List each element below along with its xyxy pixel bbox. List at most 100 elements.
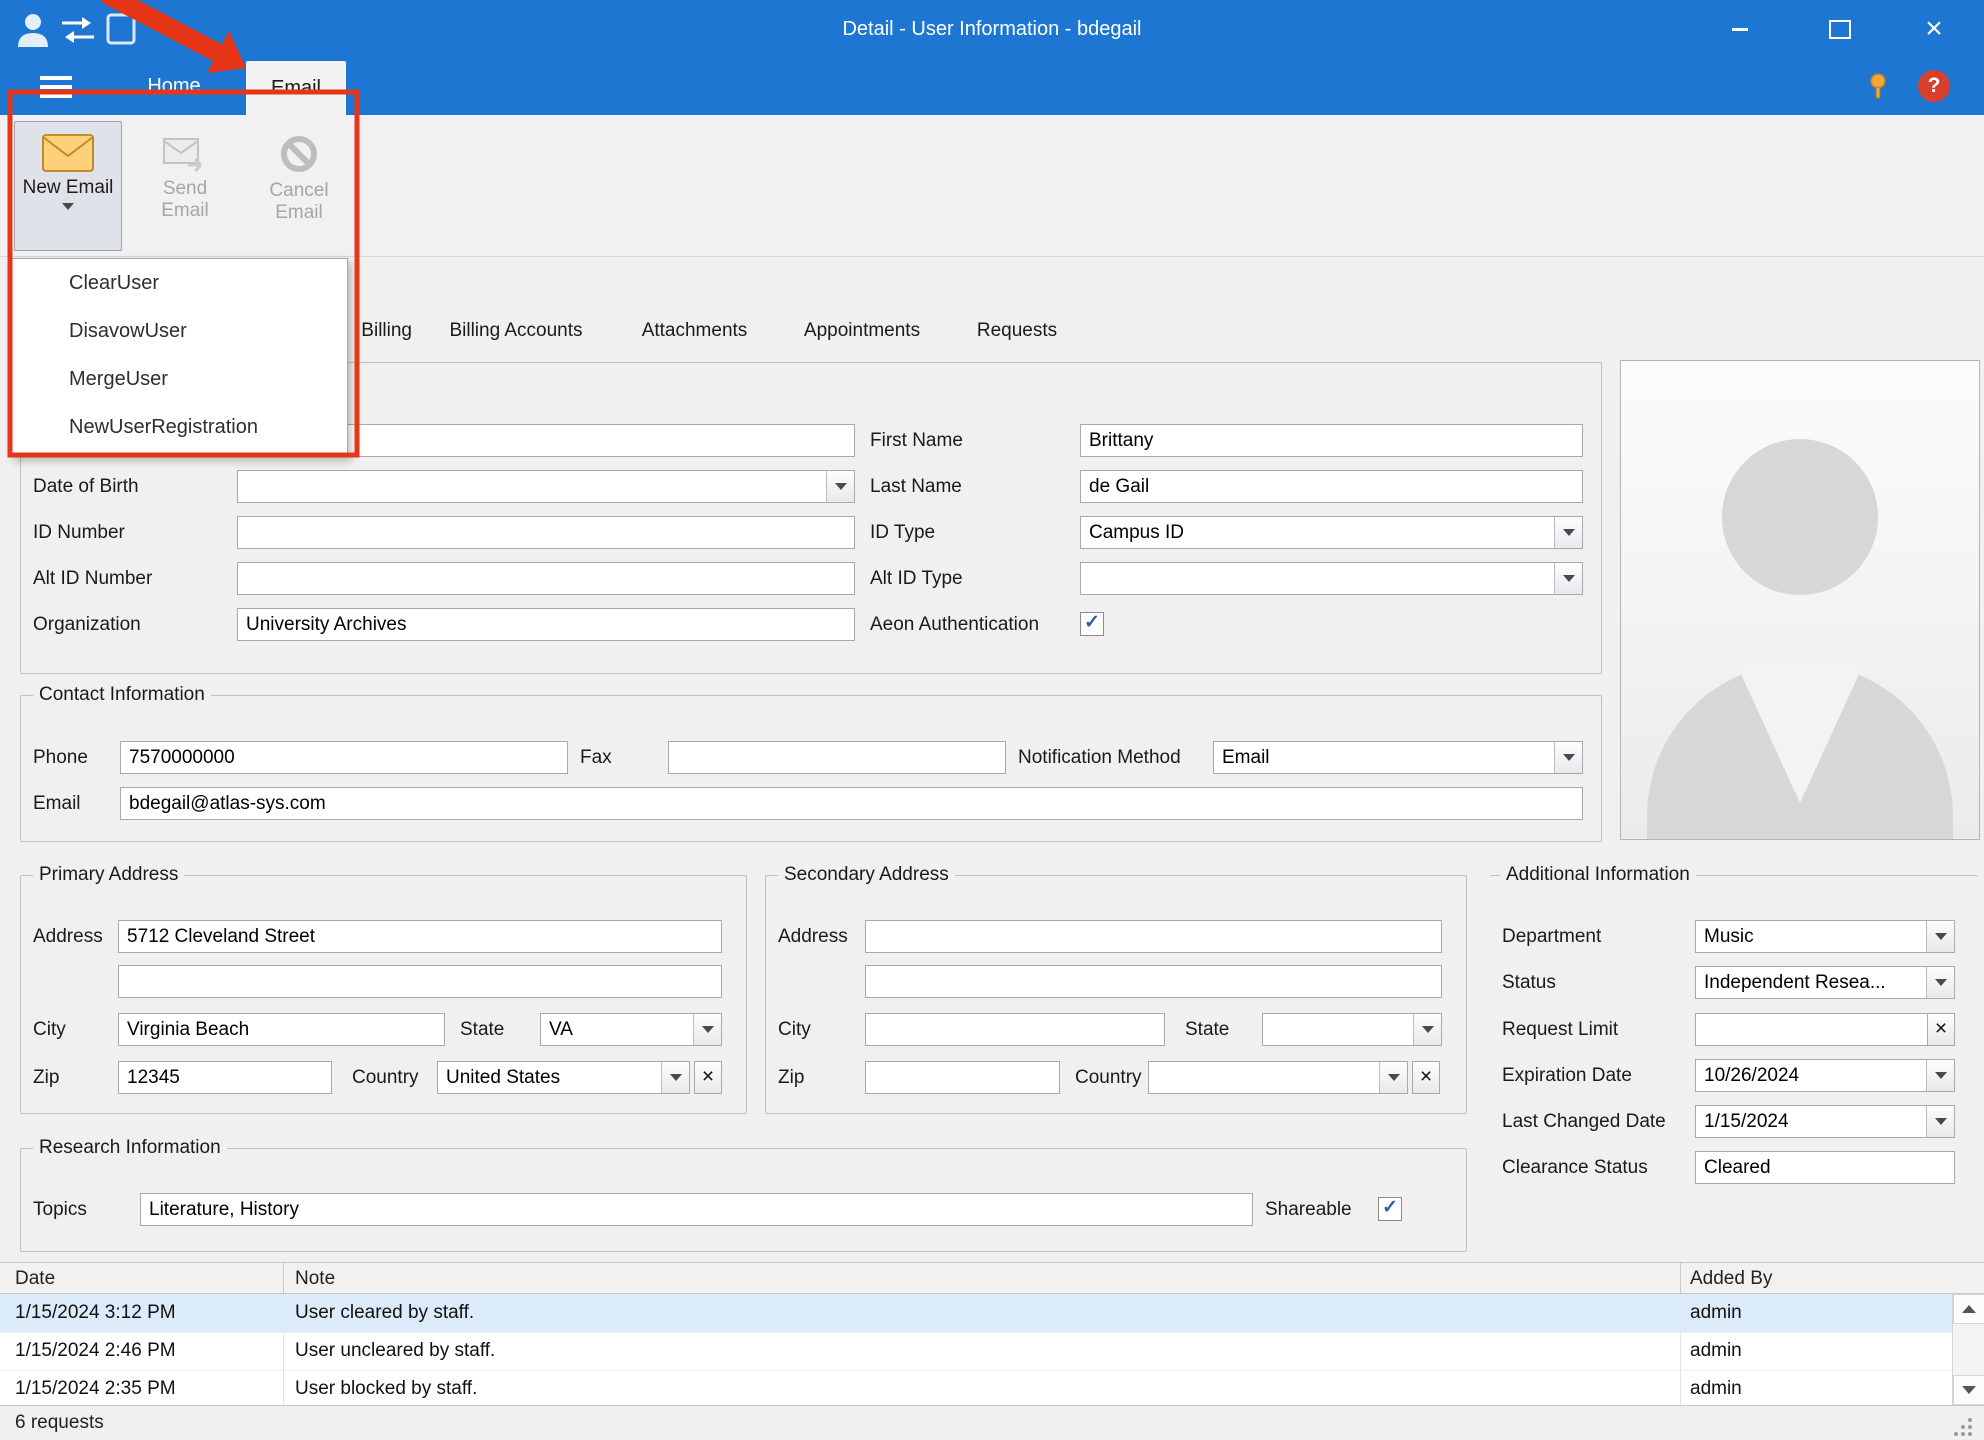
secondary-country-combo[interactable]	[1148, 1061, 1408, 1094]
dropdown-arrow-icon[interactable]	[1554, 742, 1582, 773]
notification-method-label: Notification Method	[1018, 741, 1181, 774]
note-row[interactable]: 1/15/2024 2:35 PM User blocked by staff.…	[0, 1370, 1984, 1405]
shareable-checkbox[interactable]: ✓	[1378, 1197, 1402, 1221]
primary-address-line1-field[interactable]	[118, 920, 722, 953]
notes-column-date[interactable]: Date	[15, 1263, 55, 1294]
menu-item-newuserregistration[interactable]: NewUserRegistration	[11, 403, 347, 451]
note-added-by: admin	[1690, 1370, 1945, 1405]
note-added-by: admin	[1690, 1294, 1945, 1332]
secondary-country-label: Country	[1075, 1061, 1142, 1094]
fax-field[interactable]	[668, 741, 1006, 774]
dropdown-arrow-icon[interactable]	[1926, 967, 1954, 998]
dropdown-arrow-icon[interactable]	[1554, 517, 1582, 548]
dropdown-arrow-icon[interactable]	[1926, 1106, 1954, 1137]
topics-field[interactable]	[140, 1193, 1253, 1226]
secondary-address-line1-field[interactable]	[865, 920, 1442, 953]
secondary-country-clear-button[interactable]: ×	[1412, 1061, 1440, 1094]
clear-icon: ×	[1935, 1017, 1947, 1040]
checkmark-icon: ✓	[1084, 612, 1100, 633]
menu-item-mergeuser[interactable]: MergeUser	[11, 355, 347, 403]
help-button[interactable]: ?	[1918, 70, 1950, 102]
secondary-state-label: State	[1185, 1013, 1229, 1046]
first-name-field[interactable]	[1080, 424, 1583, 457]
request-limit-label: Request Limit	[1502, 1013, 1618, 1046]
scroll-down-button[interactable]	[1953, 1375, 1984, 1405]
alt-id-type-label: Alt ID Type	[870, 562, 963, 595]
aeon-authentication-label: Aeon Authentication	[870, 608, 1039, 641]
new-email-button[interactable]: New Email	[14, 121, 122, 251]
title-bar: Detail - User Information - bdegail ×	[0, 0, 1984, 58]
email-field[interactable]	[120, 787, 1583, 820]
tab-home[interactable]: Home	[108, 58, 240, 115]
dropdown-arrow-icon[interactable]	[1554, 563, 1582, 594]
note-text: User cleared by staff.	[295, 1294, 1665, 1332]
maximize-icon	[1829, 20, 1851, 39]
primary-country-combo[interactable]: United States	[437, 1061, 690, 1094]
request-limit-field[interactable]	[1695, 1013, 1928, 1046]
dropdown-arrow-icon[interactable]	[1926, 921, 1954, 952]
resize-grip[interactable]	[1950, 1414, 1974, 1438]
primary-city-field[interactable]	[118, 1013, 445, 1046]
organization-field[interactable]	[237, 608, 855, 641]
phone-field[interactable]	[120, 741, 568, 774]
secondary-zip-field[interactable]	[865, 1061, 1060, 1094]
menu-item-clearuser[interactable]: ClearUser	[11, 259, 347, 307]
notes-column-added-by[interactable]: Added By	[1690, 1263, 1772, 1294]
clear-icon: ×	[702, 1065, 714, 1088]
tab-billing-accounts[interactable]: Billing Accounts	[430, 314, 602, 348]
tab-attachments[interactable]: Attachments	[623, 314, 766, 348]
last-changed-date-picker[interactable]: 1/15/2024	[1695, 1105, 1955, 1138]
organization-label: Organization	[33, 608, 141, 641]
send-email-icon	[160, 133, 210, 173]
notification-method-combo[interactable]: Email	[1213, 741, 1583, 774]
primary-zip-field[interactable]	[118, 1061, 332, 1094]
notes-column-note[interactable]: Note	[295, 1263, 335, 1294]
clearance-status-label: Clearance Status	[1502, 1151, 1648, 1184]
aeon-authentication-checkbox[interactable]: ✓	[1080, 612, 1104, 636]
primary-country-clear-button[interactable]: ×	[694, 1061, 722, 1094]
status-combo[interactable]: Independent Resea...	[1695, 966, 1955, 999]
tab-requests[interactable]: Requests	[963, 314, 1071, 348]
dropdown-arrow-icon[interactable]	[661, 1062, 689, 1093]
expiration-date-picker[interactable]: 10/26/2024	[1695, 1059, 1955, 1092]
dropdown-arrow-icon[interactable]	[1926, 1060, 1954, 1091]
department-combo[interactable]: Music	[1695, 920, 1955, 953]
tab-email[interactable]: Email	[246, 61, 346, 115]
dropdown-arrow-icon[interactable]	[1413, 1014, 1441, 1045]
maximize-button[interactable]	[1818, 12, 1862, 46]
note-row-selected[interactable]: 1/15/2024 3:12 PM User cleared by staff.…	[0, 1294, 1984, 1333]
hamburger-menu-button[interactable]	[40, 76, 72, 98]
contact-information-title: Contact Information	[33, 684, 211, 706]
alt-id-type-combo[interactable]	[1080, 562, 1583, 595]
note-row[interactable]: 1/15/2024 2:46 PM User uncleared by staf…	[0, 1332, 1984, 1371]
secondary-address-line2-field[interactable]	[865, 965, 1442, 998]
alt-id-number-field[interactable]	[237, 562, 855, 595]
last-name-field[interactable]	[1080, 470, 1583, 503]
notes-table-body: 1/15/2024 3:12 PM User cleared by staff.…	[0, 1294, 1984, 1405]
secondary-state-combo[interactable]	[1262, 1013, 1442, 1046]
person-silhouette-icon	[1722, 439, 1878, 595]
id-number-field[interactable]	[237, 516, 855, 549]
id-type-combo[interactable]: Campus ID	[1080, 516, 1583, 549]
secondary-city-field[interactable]	[865, 1013, 1165, 1046]
close-button[interactable]: ×	[1912, 12, 1956, 46]
topics-label: Topics	[33, 1193, 87, 1226]
tab-appointments[interactable]: Appointments	[783, 314, 941, 348]
minimize-button[interactable]	[1718, 12, 1762, 46]
request-limit-clear-button[interactable]: ×	[1927, 1013, 1955, 1046]
dropdown-arrow-icon[interactable]	[1379, 1062, 1407, 1093]
research-information-title: Research Information	[33, 1137, 227, 1159]
dropdown-arrow-icon[interactable]	[693, 1014, 721, 1045]
scroll-up-button[interactable]	[1953, 1294, 1984, 1324]
send-email-label: Send Email	[153, 178, 217, 222]
primary-state-label: State	[460, 1013, 504, 1046]
notes-scrollbar[interactable]	[1952, 1294, 1984, 1405]
primary-address-line2-field[interactable]	[118, 965, 722, 998]
primary-state-combo[interactable]: VA	[540, 1013, 722, 1046]
date-of-birth-picker[interactable]	[237, 470, 855, 503]
menu-item-disavowuser[interactable]: DisavowUser	[11, 307, 347, 355]
clearance-status-field[interactable]	[1695, 1151, 1955, 1184]
dropdown-arrow-icon[interactable]	[826, 471, 854, 502]
minimize-icon	[1732, 28, 1748, 31]
pin-ribbon-icon[interactable]	[1864, 71, 1892, 101]
